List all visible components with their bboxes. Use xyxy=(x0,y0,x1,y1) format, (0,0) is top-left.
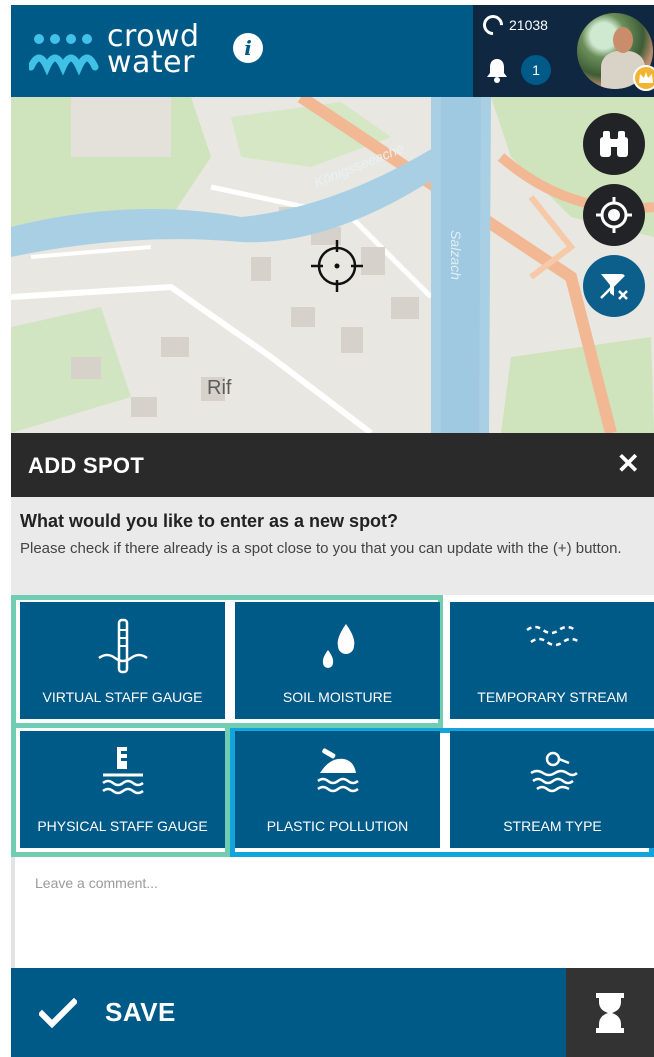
tile-virtual-staff-gauge[interactable]: VIRTUAL STAFF GAUGE xyxy=(20,602,225,719)
virtual-staff-gauge-icon xyxy=(97,618,148,674)
comment-box xyxy=(11,857,654,968)
bell-icon[interactable] xyxy=(485,57,509,83)
question-heading: What would you like to enter as a new sp… xyxy=(20,511,399,531)
add-spot-intro: What would you like to enter as a new sp… xyxy=(11,497,654,595)
stream-type-icon xyxy=(529,751,578,793)
tile-stream-type[interactable]: STREAM TYPE xyxy=(450,731,654,848)
save-later-button[interactable] xyxy=(566,968,654,1057)
explore-button[interactable] xyxy=(583,113,645,175)
brand-wordmark: crowd water xyxy=(107,22,200,80)
crowdwater-logo-icon xyxy=(29,34,99,76)
tile-label: VIRTUAL STAFF GAUGE xyxy=(42,689,203,705)
action-footer: SAVE xyxy=(11,968,654,1057)
water-drops-icon xyxy=(322,624,354,668)
plastic-pollution-icon xyxy=(316,748,359,793)
points-counter[interactable]: 21038 xyxy=(478,10,548,40)
tile-label: TEMPORARY STREAM xyxy=(477,689,628,705)
tile-label: SOIL MOISTURE xyxy=(282,689,393,705)
app-header: crowd water i 21038 1 xyxy=(11,5,654,97)
profile-area xyxy=(569,5,654,97)
hourglass-icon xyxy=(596,992,624,1033)
tile-temporary-stream[interactable]: TEMPORARY STREAM xyxy=(450,602,654,719)
hint-text: Please check if there already is a spot … xyxy=(20,540,622,557)
spot-type-grid: VIRTUAL STAFF GAUGE SOIL MOISTURE TEMPOR… xyxy=(11,595,654,857)
river-label-salzach: Salzach xyxy=(447,230,464,280)
locate-me-button[interactable] xyxy=(583,184,645,246)
tile-label: PLASTIC POLLUTION xyxy=(266,818,409,834)
user-stats: 21038 1 xyxy=(473,5,569,97)
filter-clear-icon xyxy=(600,274,628,300)
crown-icon xyxy=(633,65,654,91)
comment-input[interactable] xyxy=(15,857,654,968)
tile-label: STREAM TYPE xyxy=(503,818,602,834)
add-spot-header: ADD SPOT ✕ xyxy=(11,433,654,497)
points-value: 21038 xyxy=(509,17,548,33)
save-label: SAVE xyxy=(105,997,176,1027)
physical-staff-gauge-icon xyxy=(101,747,144,795)
close-button[interactable]: ✕ xyxy=(617,450,640,478)
location-target-icon xyxy=(596,197,632,233)
place-label: Rif xyxy=(207,377,232,399)
tile-plastic-pollution[interactable]: PLASTIC POLLUTION xyxy=(235,731,440,848)
tile-physical-staff-gauge[interactable]: PHYSICAL STAFF GAUGE xyxy=(20,731,225,848)
temporary-stream-icon xyxy=(525,625,580,647)
clear-filter-button[interactable] xyxy=(583,255,645,317)
points-ring-icon xyxy=(478,10,508,40)
panel-title: ADD SPOT xyxy=(28,453,145,478)
tile-soil-moisture[interactable]: SOIL MOISTURE xyxy=(235,602,440,719)
crosshair-icon xyxy=(311,240,363,292)
info-button[interactable]: i xyxy=(233,33,263,63)
binoculars-icon xyxy=(600,131,628,157)
checkmark-icon xyxy=(39,997,77,1028)
brand-line-2: water xyxy=(107,45,195,80)
save-button[interactable]: SAVE xyxy=(11,968,566,1057)
tile-label: PHYSICAL STAFF GAUGE xyxy=(37,818,208,834)
notification-badge[interactable]: 1 xyxy=(521,55,551,85)
map-view[interactable]: Königsseeache Salzach Rif xyxy=(11,97,654,433)
